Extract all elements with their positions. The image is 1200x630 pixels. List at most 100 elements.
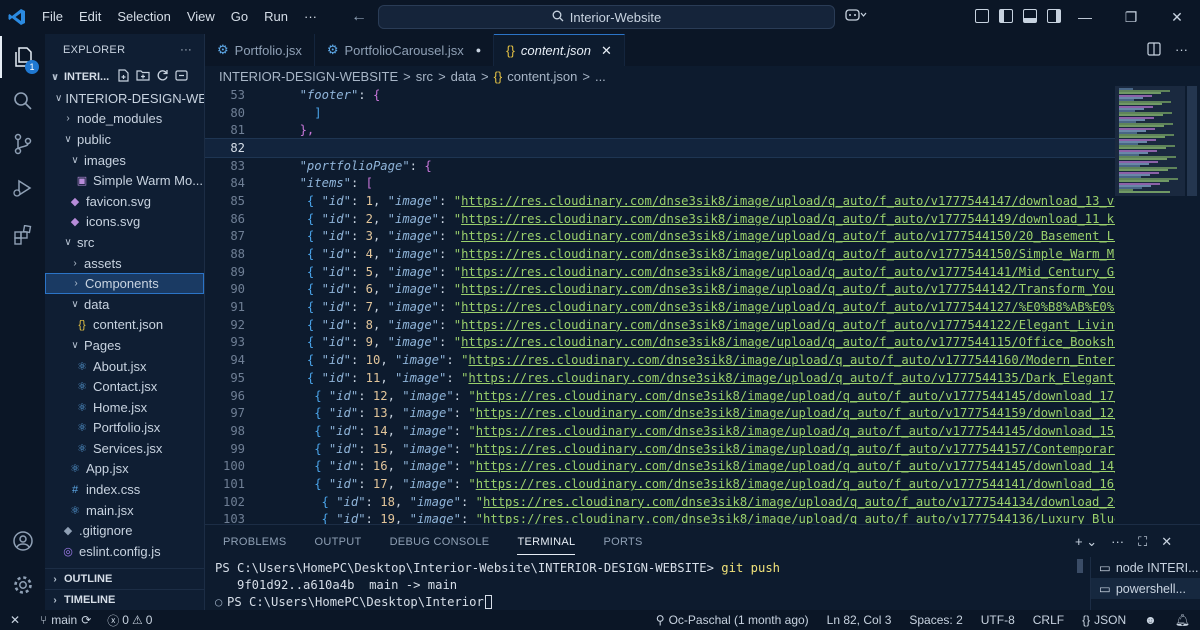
code-line[interactable]: 96 { "id": 12, "image": "https://res.clou… — [205, 387, 1115, 405]
code-line[interactable]: 100 { "id": 16, "image": "https://res.clo… — [205, 457, 1115, 475]
panel-tab[interactable]: TERMINAL — [517, 530, 576, 555]
tree-item[interactable]: › assets — [45, 253, 204, 274]
code-line[interactable]: 98 { "id": 14, "image": "https://res.clou… — [205, 422, 1115, 440]
menu-item[interactable]: ··· — [296, 0, 325, 34]
tree-item[interactable]: ⚛ Home.jsx — [45, 397, 204, 418]
code-line[interactable]: 88 { "id": 4, "image": "https://res.cloud… — [205, 245, 1115, 263]
menu-item[interactable]: Run — [256, 0, 296, 34]
terminal-output[interactable]: PS C:\Users\HomePC\Desktop\Interior-Webs… — [215, 559, 1085, 610]
more-actions-icon[interactable]: ··· — [1175, 42, 1188, 59]
tree-item[interactable]: ◆ favicon.svg — [45, 191, 204, 212]
more-actions-icon[interactable]: ··· — [180, 44, 192, 56]
code-line[interactable]: 91 { "id": 7, "image": "https://res.cloud… — [205, 298, 1115, 316]
tree-item[interactable]: ∨ Pages — [45, 335, 204, 356]
minimize-icon[interactable]: — — [1062, 0, 1108, 34]
restore-icon[interactable]: ❐ — [1108, 0, 1154, 34]
menu-item[interactable]: Edit — [71, 0, 109, 34]
breadcrumb-item[interactable]: data — [451, 69, 476, 84]
unsaved-dot-icon[interactable]: ● — [476, 45, 481, 55]
tree-item[interactable]: ⚛ Contact.jsx — [45, 376, 204, 397]
code-line[interactable]: 53 "footer": { — [205, 86, 1115, 104]
customize-layout-icon[interactable] — [975, 9, 989, 23]
settings-gear-icon[interactable] — [0, 564, 45, 606]
scrollbar-thumb[interactable] — [1187, 86, 1197, 196]
code-line[interactable]: 94 { "id": 10, "image": "https://res.clou… — [205, 351, 1115, 369]
terminal-scrollbar[interactable] — [1077, 559, 1083, 573]
panel-tab[interactable]: DEBUG CONSOLE — [390, 530, 490, 554]
minimap-viewport[interactable] — [1115, 86, 1185, 196]
command-center-search[interactable]: Interior-Website — [378, 5, 835, 29]
code-line[interactable]: 87 { "id": 3, "image": "https://res.cloud… — [205, 228, 1115, 246]
split-editor-icon[interactable] — [1147, 42, 1161, 59]
close-window-icon[interactable]: ✕ — [1154, 0, 1200, 34]
more-actions-icon[interactable]: ··· — [1111, 534, 1124, 550]
tree-item[interactable]: ◆ icons.svg — [45, 212, 204, 233]
breadcrumb-item[interactable]: ... — [595, 69, 606, 84]
tree-item[interactable]: ∨ images — [45, 150, 204, 171]
toggle-primary-sidebar-icon[interactable] — [999, 9, 1013, 23]
encoding[interactable]: UTF-8 — [981, 613, 1015, 627]
editor-tab[interactable]: ⚙ Portfolio.jsx — [205, 34, 315, 66]
editor-tab[interactable]: {} content.json ✕ — [494, 34, 625, 66]
code-line[interactable]: 92 { "id": 8, "image": "https://res.cloud… — [205, 316, 1115, 334]
code-line[interactable]: 97 { "id": 13, "image": "https://res.clou… — [205, 404, 1115, 422]
code-line[interactable]: 89 { "id": 5, "image": "https://res.cloud… — [205, 263, 1115, 281]
code-line[interactable]: 102 { "id": 18, "image": "https://res.clo… — [205, 493, 1115, 511]
code-editor[interactable]: 53 "footer": {80] 81}, 82 83 "portfolioPage":… — [205, 86, 1115, 524]
close-tab-icon[interactable]: ✕ — [601, 43, 612, 59]
menu-item[interactable]: Go — [223, 0, 256, 34]
close-panel-icon[interactable]: ✕ — [1161, 534, 1172, 550]
menu-item[interactable]: Selection — [109, 0, 178, 34]
tree-item[interactable]: ◎ eslint.config.js — [45, 541, 204, 562]
new-file-icon[interactable] — [117, 69, 130, 85]
breadcrumb-item[interactable]: INTERIOR-DESIGN-WEBSITE — [219, 69, 398, 84]
tree-item[interactable]: ∨ data — [45, 294, 204, 315]
tree-item[interactable]: ▣ Simple Warm Mo... — [45, 170, 204, 191]
tree-item[interactable]: › Components — [45, 273, 204, 294]
new-terminal-icon[interactable]: + ⌄ — [1075, 534, 1097, 550]
maximize-panel-icon[interactable]: ⛶ — [1138, 534, 1147, 550]
code-line[interactable]: 81}, — [205, 121, 1115, 139]
git-blame[interactable]: ⚲ Oc-Paschal (1 month ago) — [656, 613, 809, 627]
breadcrumb-item[interactable]: src — [416, 69, 433, 84]
terminal-instance[interactable]: ▭ powershell... — [1091, 578, 1200, 599]
tree-item[interactable]: › node_modules — [45, 109, 204, 130]
notifications-bell-icon[interactable]: 🔔︎ — [1175, 613, 1190, 627]
toggle-secondary-sidebar-icon[interactable] — [1047, 9, 1061, 23]
toggle-panel-icon[interactable] — [1023, 9, 1037, 23]
code-line[interactable]: 103 { "id": 19, "image": "https://res.clo… — [205, 511, 1115, 524]
copilot-status-icon[interactable]: ☻ — [1144, 613, 1157, 627]
menu-item[interactable]: View — [179, 0, 223, 34]
terminal-instance[interactable]: ▭ node INTERI... — [1091, 557, 1200, 578]
tree-item[interactable]: ⚛ Services.jsx — [45, 438, 204, 459]
code-line[interactable]: 99 { "id": 15, "image": "https://res.clou… — [205, 440, 1115, 458]
new-folder-icon[interactable] — [136, 69, 150, 85]
cursor-position[interactable]: Ln 82, Col 3 — [827, 613, 892, 627]
collapse-all-icon[interactable] — [175, 69, 188, 85]
code-line[interactable]: 82 — [205, 138, 1115, 158]
panel-tab[interactable]: OUTPUT — [315, 530, 362, 554]
code-line[interactable]: 80] — [205, 104, 1115, 122]
code-line[interactable]: 84 "items": [ — [205, 174, 1115, 192]
code-line[interactable]: 86 { "id": 2, "image": "https://res.cloud… — [205, 210, 1115, 228]
explorer-files-icon[interactable]: 1 — [0, 36, 45, 78]
remote-indicator-icon[interactable]: ✕ — [0, 613, 30, 627]
tree-item[interactable]: ◆ .gitignore — [45, 520, 204, 541]
timeline-section[interactable]: › TIMELINE — [45, 589, 204, 610]
copilot-icon[interactable] — [845, 8, 867, 25]
code-line[interactable]: 95 { "id": 11, "image": "https://res.clou… — [205, 369, 1115, 387]
menu-item[interactable]: File — [34, 0, 71, 34]
extensions-icon[interactable] — [0, 214, 45, 256]
tree-item[interactable]: {} content.json — [45, 315, 204, 336]
source-control-icon[interactable] — [0, 123, 45, 165]
tree-item[interactable]: # index.css — [45, 479, 204, 500]
panel-tab[interactable]: PROBLEMS — [223, 530, 287, 554]
code-line[interactable]: 85 { "id": 1, "image": "https://res.cloud… — [205, 192, 1115, 210]
command-decoration-icon[interactable]: ○ — [215, 595, 227, 609]
language-mode[interactable]: {} JSON — [1082, 613, 1126, 627]
panel-tab[interactable]: PORTS — [603, 530, 642, 554]
code-line[interactable]: 83 "portfolioPage": { — [205, 157, 1115, 175]
indentation[interactable]: Spaces: 2 — [909, 613, 962, 627]
minimap[interactable] — [1115, 86, 1185, 524]
tree-item[interactable]: ⚛ About.jsx — [45, 356, 204, 377]
